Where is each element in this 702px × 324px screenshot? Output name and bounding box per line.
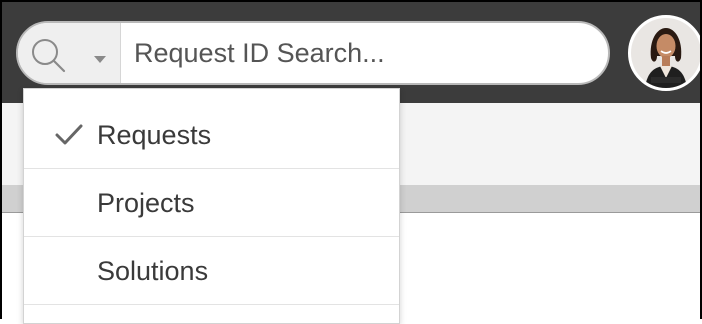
- request-id-search-input[interactable]: [122, 23, 602, 83]
- search-scope-button[interactable]: [18, 23, 121, 83]
- dropdown-item-label: Solutions: [97, 256, 209, 286]
- search-icon: [32, 39, 66, 73]
- dropdown-item-solutions[interactable]: Solutions: [24, 237, 399, 305]
- dropdown-item-requests[interactable]: Requests: [24, 101, 399, 169]
- search-scope-dropdown: Requests Projects Solutions: [23, 88, 400, 324]
- dropdown-item-label: Projects: [97, 188, 195, 218]
- caret-down-icon: [94, 56, 106, 63]
- user-avatar[interactable]: [628, 15, 700, 91]
- dropdown-item-label: Requests: [97, 120, 212, 150]
- check-icon: [55, 124, 83, 145]
- search-box: [16, 21, 610, 85]
- avatar-image: [631, 18, 700, 88]
- dropdown-item-projects[interactable]: Projects: [24, 169, 399, 237]
